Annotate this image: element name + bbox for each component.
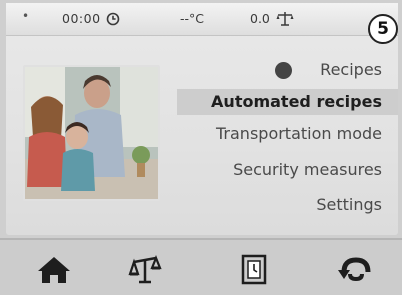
recipe-photo bbox=[23, 65, 160, 201]
weight-readout: 0.0 bbox=[250, 11, 270, 26]
menu-item-automated-recipes[interactable]: Automated recipes bbox=[211, 92, 382, 111]
reverse-icon bbox=[338, 257, 371, 282]
recipes-icon bbox=[275, 62, 292, 79]
scale-button[interactable] bbox=[128, 252, 168, 286]
device-frame: • 00:00 --°C 0.0 Recipes Automated recip… bbox=[0, 0, 402, 295]
menu-item-transportation-mode[interactable]: Transportation mode bbox=[216, 124, 382, 143]
timer-icon bbox=[241, 254, 267, 285]
family-cooking-image bbox=[25, 67, 158, 199]
menu-item-recipes[interactable]: Recipes bbox=[320, 60, 382, 79]
status-bar: • 00:00 --°C 0.0 bbox=[6, 3, 398, 36]
clock-icon bbox=[106, 12, 120, 26]
status-dot: • bbox=[22, 9, 30, 23]
bottom-navigation-bar bbox=[0, 238, 402, 295]
step-number-marker: 5 bbox=[368, 14, 398, 44]
display-screen: • 00:00 --°C 0.0 Recipes Automated recip… bbox=[6, 3, 398, 235]
scale-icon bbox=[128, 255, 162, 284]
menu-item-security-measures[interactable]: Security measures bbox=[233, 160, 382, 179]
home-button[interactable] bbox=[34, 252, 74, 286]
menu-item-settings[interactable]: Settings bbox=[316, 195, 382, 214]
reverse-button[interactable] bbox=[336, 252, 376, 286]
timer-button[interactable] bbox=[234, 252, 274, 286]
temperature-readout: --°C bbox=[180, 11, 204, 26]
home-icon bbox=[38, 257, 70, 283]
time-readout: 00:00 bbox=[62, 11, 101, 26]
scale-small-icon bbox=[276, 12, 294, 26]
